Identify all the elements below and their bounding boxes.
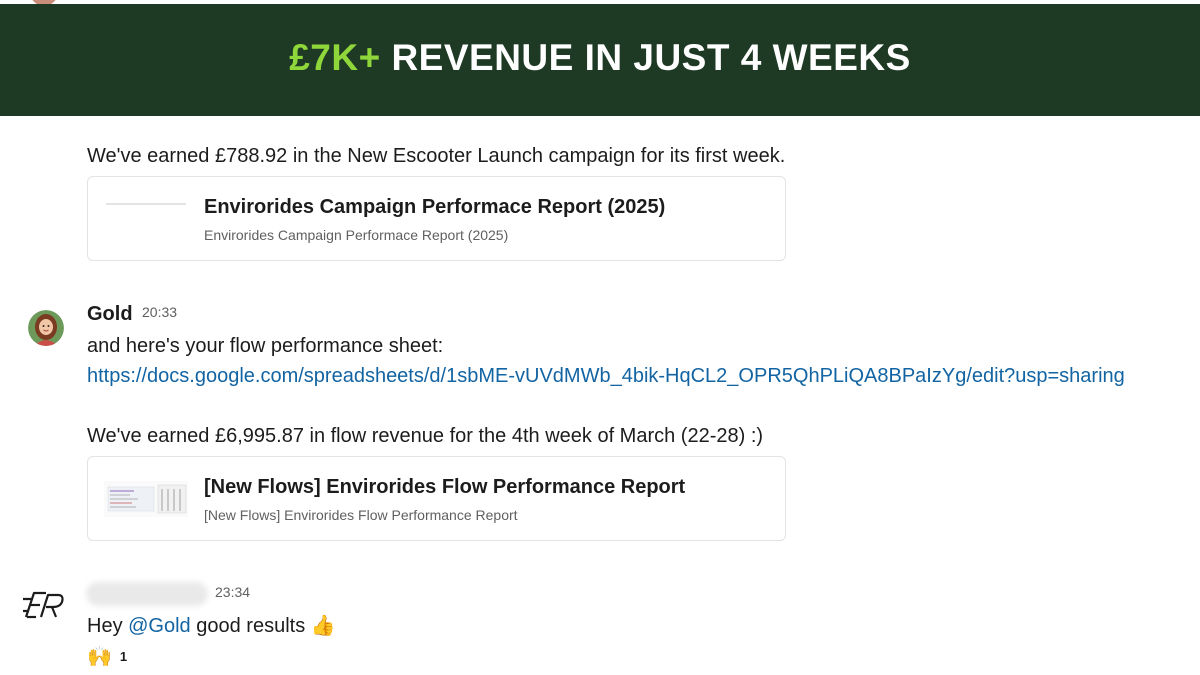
attachment-card[interactable]: [New Flows] Envirorides Flow Performance… (87, 456, 786, 541)
message-text: and here's your flow performance sheet: (87, 335, 444, 357)
reaction-count: 1 (119, 648, 128, 664)
attachment-card[interactable]: Envirorides Campaign Performace Report (… (87, 176, 786, 261)
report-thumbnail (106, 203, 186, 205)
message-text: We've earned £6,995.87 in flow revenue f… (87, 425, 764, 447)
message-text-prefix: Hey (87, 615, 129, 637)
user-mention[interactable]: @Gold (128, 615, 191, 637)
message-timestamp[interactable]: 20:33 (142, 304, 177, 320)
sender-name[interactable]: Gold (87, 303, 133, 326)
sheet-link[interactable]: https://docs.google.com/spreadsheets/d/1… (87, 363, 1125, 389)
message-text: We've earned £788.92 in the New Escooter… (87, 145, 786, 167)
thumbs-up-icon: 👍 (310, 613, 336, 637)
raised-hands-icon: 🙌 (87, 644, 112, 668)
attachment-title[interactable]: Envirorides Campaign Performace Report (… (204, 196, 665, 219)
attachment-subtitle: [New Flows] Envirorides Flow Performance… (204, 507, 518, 523)
message-text: Hey @Gold good results 👍 (87, 612, 336, 639)
attachment-title[interactable]: [New Flows] Envirorides Flow Performance… (204, 476, 685, 499)
spreadsheet-thumbnail (104, 481, 188, 517)
user-avatar-icon (28, 310, 64, 346)
avatar[interactable] (28, 310, 64, 346)
message-timestamp[interactable]: 23:34 (215, 584, 250, 600)
banner-title-text: REVENUE IN JUST 4 WEEKS (391, 37, 911, 78)
attachment-subtitle: Envirorides Campaign Performace Report (… (204, 227, 509, 243)
promo-banner: £7K+ REVENUE IN JUST 4 WEEKS (0, 4, 1200, 116)
reaction-pill[interactable]: 🙌 1 (87, 644, 127, 668)
company-avatar[interactable] (22, 590, 66, 620)
banner-title: £7K+ REVENUE IN JUST 4 WEEKS (289, 37, 911, 79)
banner-highlight: £7K+ (289, 37, 381, 78)
message-text-suffix: good results (190, 615, 311, 637)
er-logo-icon (23, 591, 64, 619)
redacted-sender-name (86, 582, 208, 606)
